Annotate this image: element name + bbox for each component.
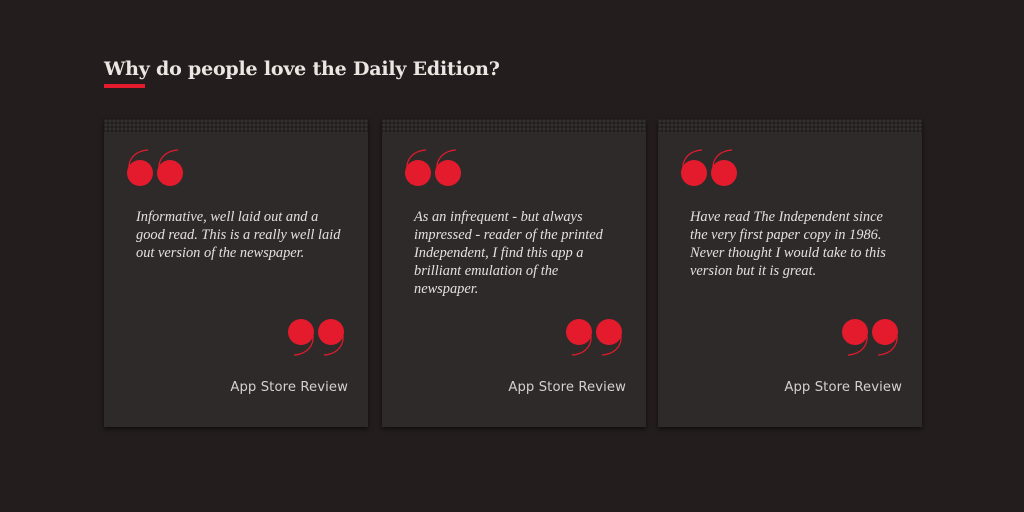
heading-underline — [104, 84, 145, 88]
review-quote: As an infrequent - but always impressed … — [414, 209, 603, 297]
review-quote: Have read The Independent since the very… — [690, 209, 886, 279]
quote-open-icon — [405, 149, 461, 186]
section-heading: Why do people love the Daily Edition? — [104, 58, 500, 80]
quote-close-icon — [288, 319, 344, 356]
quote-close-icon — [566, 319, 622, 356]
quote-open-icon — [681, 149, 737, 186]
review-source: App Store Review — [784, 380, 902, 395]
card-texture — [104, 119, 368, 133]
card-texture — [382, 119, 646, 133]
review-source: App Store Review — [230, 380, 348, 395]
review-source: App Store Review — [508, 380, 626, 395]
quote-close-icon — [842, 319, 898, 356]
review-quote: Informative, well laid out and a good re… — [136, 209, 341, 261]
review-card-3: Have read The Independent since the very… — [658, 119, 922, 427]
review-card-2: As an infrequent - but always impressed … — [382, 119, 646, 427]
quote-open-icon — [127, 149, 183, 186]
card-texture — [658, 119, 922, 133]
review-card-1: Informative, well laid out and a good re… — [104, 119, 368, 427]
